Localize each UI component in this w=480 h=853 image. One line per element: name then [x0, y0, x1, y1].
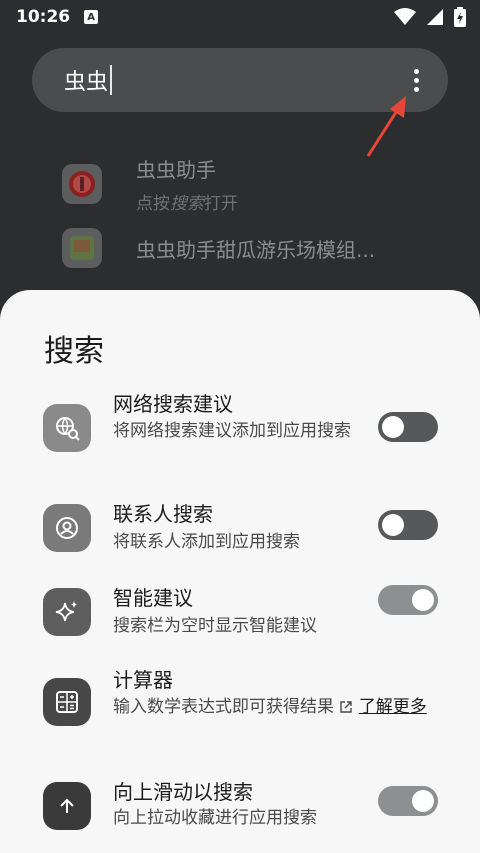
status-icons — [394, 7, 466, 27]
status-bar: 10:26 A — [0, 0, 480, 34]
sparkle-icon — [43, 588, 91, 636]
annotation-arrow-icon — [366, 96, 406, 157]
sheet-title: 搜索 — [44, 334, 104, 369]
more-dot-icon — [413, 68, 419, 74]
toggle-knob — [412, 589, 434, 611]
signal-icon — [427, 9, 443, 25]
result-item[interactable]: 虫虫助手 点按搜索打开 — [62, 154, 238, 214]
more-dot-icon — [413, 86, 419, 92]
setting-subtitle: 搜索栏为空时显示智能建议 — [113, 616, 317, 636]
notification-badge: A — [84, 10, 99, 24]
setting-subtitle: 将联系人添加到应用搜索 — [113, 532, 300, 552]
setting-title: 联系人搜索 — [113, 502, 213, 526]
app-icon — [62, 228, 102, 268]
more-dot-icon — [413, 77, 419, 83]
setting-title: 计算器 — [113, 668, 173, 692]
setting-subtitle: 输入数学表达式即可获得结果 了解更多 — [113, 697, 427, 717]
setting-title: 网络搜索建议 — [113, 392, 233, 416]
toggle-knob — [412, 790, 434, 812]
wifi-icon — [394, 8, 416, 25]
search-settings-sheet: 搜索 网络搜索建议 将网络搜索建议添加到应用搜索 联系人搜索 将联系人添加到应用… — [0, 290, 480, 853]
result-subtitle: 点按搜索打开 — [136, 194, 238, 214]
contacts-search-toggle[interactable] — [378, 510, 438, 540]
toggle-knob — [382, 514, 404, 536]
status-time: 10:26 — [16, 7, 71, 27]
search-input[interactable]: 虫虫 — [64, 64, 108, 96]
web-search-toggle[interactable] — [378, 412, 438, 442]
more-options-button[interactable] — [404, 60, 428, 100]
result-title: 虫虫助手 — [136, 158, 216, 182]
result-title: 虫虫助手甜瓜游乐场模组... — [136, 237, 376, 262]
arrow-up-icon — [43, 782, 91, 830]
learn-more-link[interactable]: 了解更多 — [359, 697, 427, 717]
calculator-icon — [43, 678, 91, 726]
external-link-icon — [340, 701, 353, 713]
contact-icon — [43, 504, 91, 552]
setting-title: 向上滑动以搜索 — [113, 780, 253, 804]
toggle-knob — [382, 416, 404, 438]
battery-icon — [454, 7, 466, 27]
setting-title: 智能建议 — [113, 586, 193, 610]
swipe-up-toggle[interactable] — [378, 786, 438, 816]
web-search-icon — [43, 404, 91, 452]
result-item[interactable]: 虫虫助手甜瓜游乐场模组... — [62, 228, 375, 268]
text-caret — [110, 65, 113, 95]
app-icon — [62, 164, 102, 204]
smart-suggestions-toggle[interactable] — [378, 585, 438, 615]
setting-subtitle: 将网络搜索建议添加到应用搜索 — [113, 421, 351, 441]
